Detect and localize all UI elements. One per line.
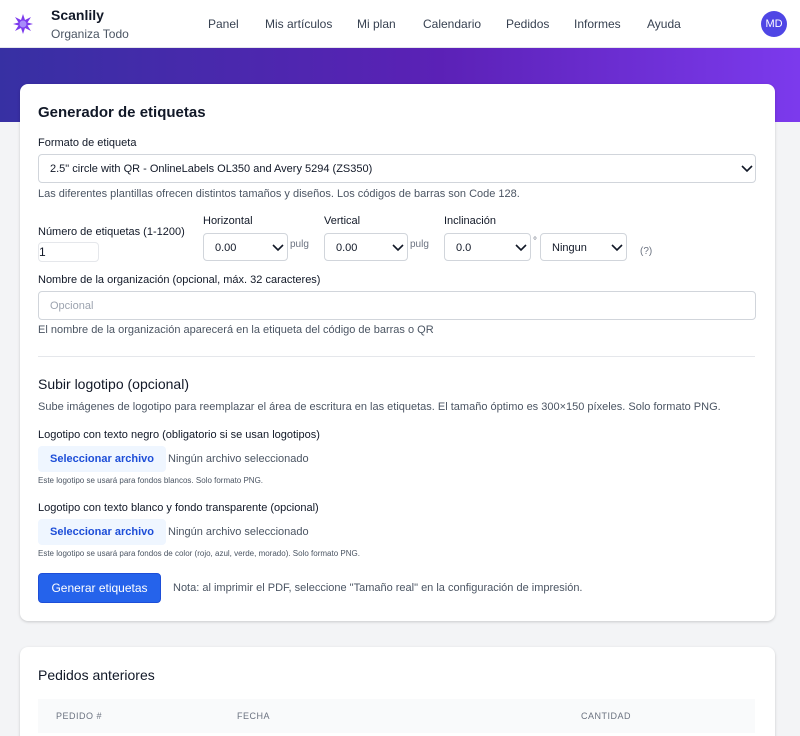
column-header-quantity: CANTIDAD bbox=[581, 711, 632, 721]
org-name-label: Nombre de la organización (opcional, máx… bbox=[38, 274, 321, 286]
label-count-value: 1 bbox=[39, 245, 46, 259]
format-select-value: 2.5" circle with QR - OnlineLabels OL350… bbox=[50, 163, 373, 175]
black-logo-choose-file-button[interactable]: Seleccionar archivo bbox=[38, 446, 166, 472]
horizontal-label: Horizontal bbox=[203, 215, 253, 227]
user-avatar[interactable]: MD bbox=[761, 11, 787, 37]
tilt-value: 0.0 bbox=[456, 242, 472, 254]
format-label: Formato de etiqueta bbox=[38, 137, 137, 149]
org-name-help-text: El nombre de la organización aparecerá e… bbox=[38, 324, 434, 336]
tilt-mode-value: Ningun bbox=[552, 242, 587, 254]
chevron-down-icon bbox=[272, 244, 284, 252]
tilt-select[interactable]: 0.0 bbox=[444, 233, 531, 261]
vertical-unit: pulg bbox=[410, 239, 429, 250]
purple-star-icon[interactable] bbox=[12, 13, 34, 35]
horizontal-unit: pulg bbox=[290, 239, 309, 250]
black-logo-label: Logotipo con texto negro (obligatorio si… bbox=[38, 429, 320, 441]
tilt-label: Inclinación bbox=[444, 215, 496, 227]
vertical-offset-value: 0.00 bbox=[336, 242, 358, 254]
section-divider bbox=[38, 356, 755, 357]
column-header-order-number: PEDIDO # bbox=[56, 711, 103, 721]
nav-item-mi-plan[interactable]: Mi plan bbox=[357, 17, 396, 31]
white-logo-label: Logotipo con texto blanco y fondo transp… bbox=[38, 502, 319, 514]
chevron-down-icon bbox=[741, 165, 753, 173]
column-header-date: FECHA bbox=[237, 711, 271, 721]
tilt-mode-select[interactable]: Ningun bbox=[540, 233, 627, 261]
logo-upload-description: Sube imágenes de logotipo para reemplaza… bbox=[38, 401, 721, 413]
top-navigation-bar: Scanlily Organiza Todo Panel Mis artícul… bbox=[0, 0, 800, 48]
format-help-text: Las diferentes plantillas ofrecen distin… bbox=[38, 188, 520, 200]
nav-item-pedidos[interactable]: Pedidos bbox=[506, 17, 549, 31]
white-logo-choose-file-button[interactable]: Seleccionar archivo bbox=[38, 519, 166, 545]
org-name-input[interactable]: Opcional bbox=[38, 291, 756, 320]
nav-item-mis-articulos[interactable]: Mis artículos bbox=[265, 17, 332, 31]
vertical-offset-select[interactable]: 0.00 bbox=[324, 233, 408, 261]
format-select[interactable]: 2.5" circle with QR - OnlineLabels OL350… bbox=[38, 154, 756, 183]
vertical-label: Vertical bbox=[324, 215, 361, 227]
generate-labels-button[interactable]: Generar etiquetas bbox=[38, 573, 161, 603]
count-label: Número de etiquetas (1-1200) bbox=[38, 226, 185, 238]
black-logo-help-text: Este logotipo se usará para fondos blanc… bbox=[38, 476, 264, 485]
brand-name[interactable]: Scanlily bbox=[51, 7, 104, 23]
label-generator-title: Generador de etiquetas bbox=[38, 104, 206, 121]
nav-item-panel[interactable]: Panel bbox=[208, 17, 239, 31]
logo-upload-title: Subir logotipo (opcional) bbox=[38, 376, 189, 392]
nav-item-ayuda[interactable]: Ayuda bbox=[647, 17, 681, 31]
chevron-down-icon bbox=[392, 244, 404, 252]
print-note: Nota: al imprimir el PDF, seleccione "Ta… bbox=[173, 582, 583, 594]
brand-tagline: Organiza Todo bbox=[51, 27, 129, 41]
white-logo-file-status: Ningún archivo seleccionado bbox=[168, 526, 309, 538]
chevron-down-icon bbox=[515, 244, 527, 252]
orders-table-header: PEDIDO # FECHA CANTIDAD bbox=[38, 699, 755, 733]
previous-orders-card: Pedidos anteriores PEDIDO # FECHA CANTID… bbox=[20, 647, 775, 736]
chevron-down-icon bbox=[611, 244, 623, 252]
white-logo-help-text: Este logotipo se usará para fondos de co… bbox=[38, 549, 360, 558]
org-name-placeholder: Opcional bbox=[50, 300, 94, 312]
horizontal-offset-select[interactable]: 0.00 bbox=[203, 233, 288, 261]
black-logo-file-status: Ningún archivo seleccionado bbox=[168, 453, 309, 465]
nav-item-informes[interactable]: Informes bbox=[574, 17, 621, 31]
previous-orders-title: Pedidos anteriores bbox=[38, 667, 155, 683]
label-count-input[interactable]: 1 bbox=[38, 242, 99, 262]
tilt-unit: ° bbox=[533, 236, 537, 247]
horizontal-offset-value: 0.00 bbox=[215, 242, 237, 254]
label-generator-card: Generador de etiquetas Formato de etique… bbox=[20, 84, 775, 621]
tilt-help-link[interactable]: (?) bbox=[640, 246, 652, 257]
nav-item-calendario[interactable]: Calendario bbox=[423, 17, 481, 31]
